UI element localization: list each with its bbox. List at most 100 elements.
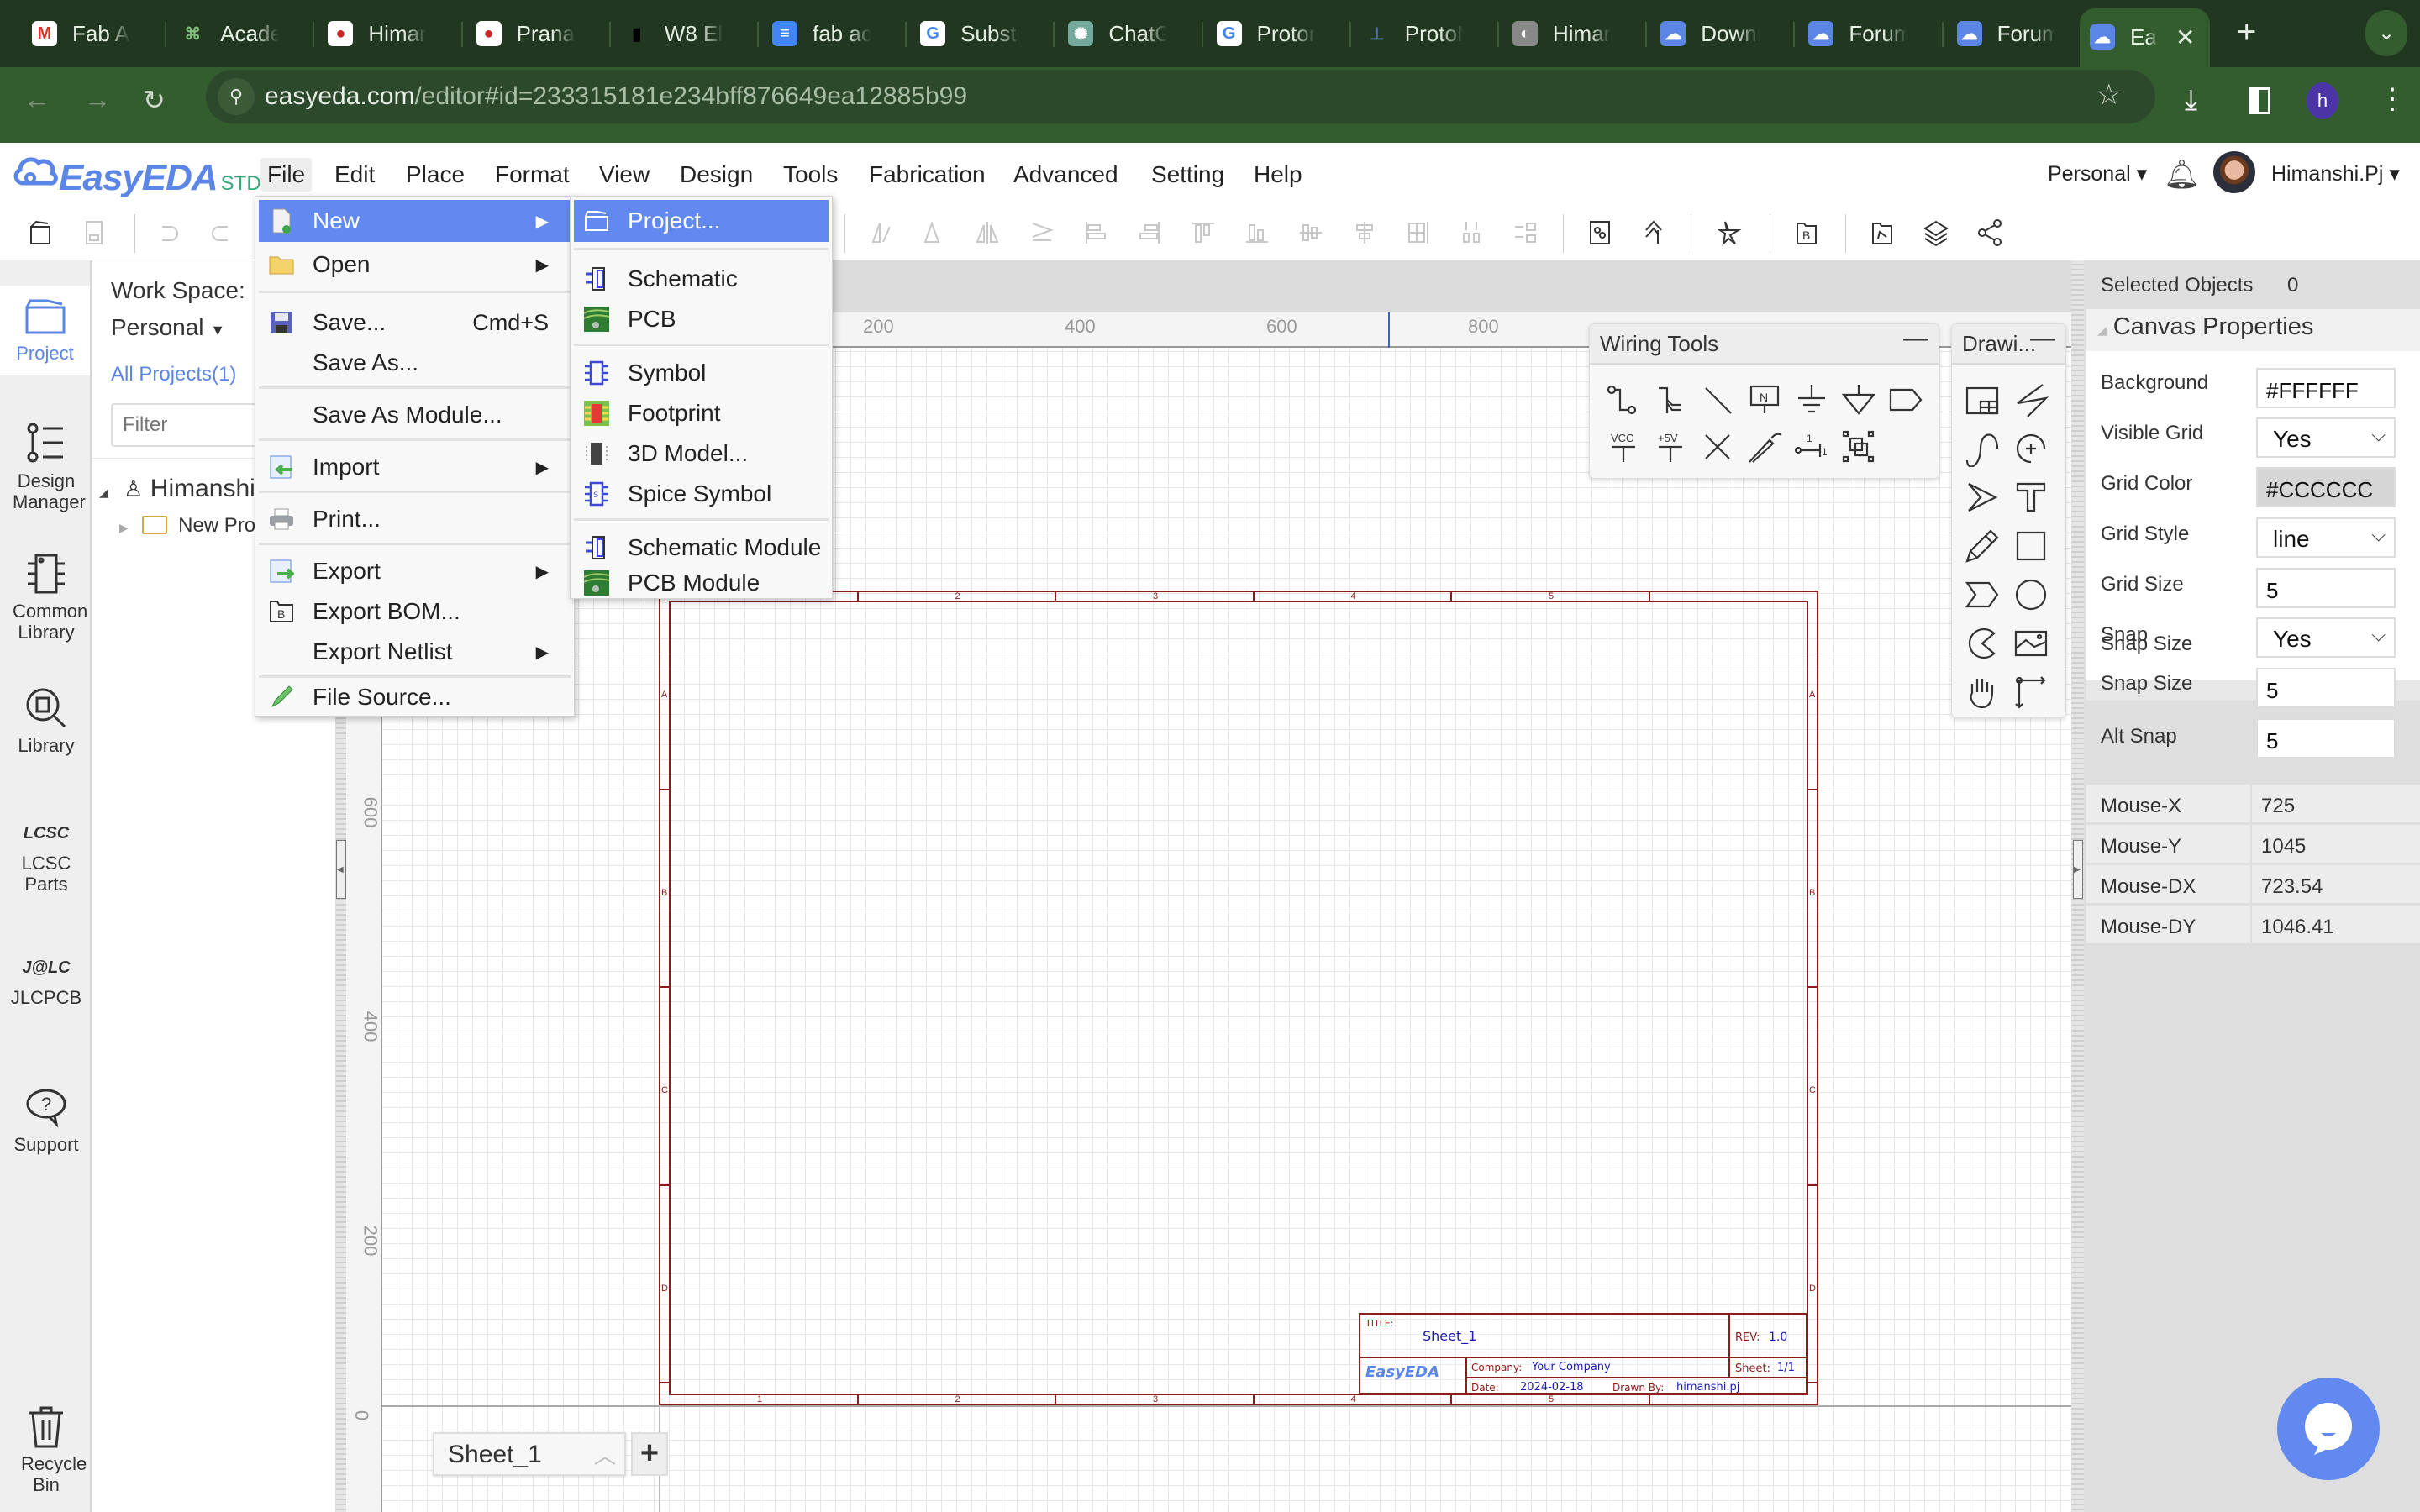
browser-menu-icon[interactable]: ⋮ [2378,82,2407,116]
frame-icon[interactable] [1964,381,2001,418]
undo-icon[interactable] [151,216,185,249]
sidebar-item-jlcpcb[interactable]: J@LC JLCPCB [0,958,92,1008]
browser-tab[interactable]: ●Himans [328,12,427,55]
new-pcb-item[interactable]: PCB [574,299,829,339]
circle-icon[interactable] [2012,576,2049,613]
menu-design[interactable]: Design [680,161,753,188]
browser-tab[interactable]: ≡fab aca [772,12,871,55]
vcc-icon[interactable]: VCC [1605,428,1642,465]
menu-place[interactable]: Place [406,161,465,188]
browser-tab[interactable]: GSubstra [920,12,1019,55]
new-footprint-item[interactable]: Footprint [574,393,829,433]
browser-tab[interactable]: ●Pranav [476,12,576,55]
user-menu[interactable]: Himanshi.Pj ▾ [2271,161,2400,186]
distribute-v-icon[interactable] [1455,216,1489,249]
file-menu-save-as[interactable]: Save As... [259,343,571,383]
pie-icon[interactable] [1964,625,2001,662]
polyline-icon[interactable] [2012,381,2049,418]
browser-tab[interactable]: GProtom [1216,12,1316,55]
distribute-h-icon[interactable] [1402,216,1435,249]
bookmark-star-icon[interactable]: ☆ [2096,78,2122,112]
flip-horizontal-icon[interactable] [971,216,1005,249]
plus5v-icon[interactable]: +5V [1652,428,1689,465]
browser-tab[interactable]: ⌘Academ [180,12,279,55]
sheet-tab[interactable]: Sheet_1 ︿ [433,1432,626,1476]
grid-size-input[interactable]: 5 [2256,568,2396,608]
net-label-icon[interactable]: N [1746,381,1783,418]
collapse-left-handle[interactable]: ◀ [336,840,346,899]
file-menu-file-source[interactable]: File Source... [259,679,571,716]
file-menu-export-netlist[interactable]: Export Netlist ▶ [259,632,571,672]
design-to-pcb-icon[interactable] [1583,216,1617,249]
canvas-origin-icon[interactable] [2012,674,2049,711]
forward-button[interactable]: → [84,84,111,115]
browser-tab[interactable]: ☁Downlo [1660,12,1760,55]
user-avatar[interactable] [2213,151,2255,193]
notification-bell-icon[interactable]: 🔔︎ [2164,158,2200,192]
menu-tools[interactable]: Tools [783,161,838,188]
new-symbol-item[interactable]: Symbol [574,353,829,393]
browser-tab[interactable]: ✺ChatGP [1068,12,1167,55]
side-panel-icon[interactable] [2249,87,2270,114]
align-vcenter-icon[interactable] [1294,216,1328,249]
align-top-icon[interactable] [1186,216,1220,249]
text-icon[interactable] [2012,479,2049,516]
sidebar-item-lcsc-parts[interactable]: LCSC LCSC Parts [0,823,92,895]
back-button[interactable]: ← [24,84,50,115]
add-sheet-button[interactable]: + [631,1432,668,1476]
menu-file[interactable]: File [260,158,313,192]
pin-icon[interactable]: 11 [1793,428,1830,465]
collapse-arrow-icon[interactable]: ◢ [99,486,108,499]
snap-size-input[interactable]: 5 [2256,668,2396,708]
no-connect-icon[interactable] [1699,428,1736,465]
drag-icon[interactable] [1964,674,2001,711]
bus-icon[interactable] [1652,381,1689,418]
file-menu-open[interactable]: Open ▶ [259,244,571,285]
site-info-icon[interactable]: ⚲ [218,78,255,115]
flip-vertical-icon[interactable] [1025,216,1059,249]
align-left-icon[interactable] [1079,216,1113,249]
rotate-right-icon[interactable] [918,216,951,249]
file-menu-print[interactable]: Print... [259,499,571,539]
share-icon[interactable] [1973,216,2007,249]
url-bar[interactable]: ⚲ easyeda.com/editor#id=233315181e234bff… [206,70,2155,123]
chevron-up-icon[interactable]: ︿ [594,1439,616,1470]
file-menu-new[interactable]: New ▶ [259,200,571,242]
browser-tab[interactable]: ⊥ProtoM [1364,12,1464,55]
bom-toolbar-icon[interactable]: B [1790,216,1823,249]
tab-search-button[interactable]: ⌄ [2365,10,2407,56]
new-tab-button[interactable]: + [2237,13,2256,51]
expand-arrow-icon[interactable]: ▶ [119,521,129,534]
sidebar-item-recycle-bin[interactable]: Recycle Bin [0,1403,92,1495]
menu-advanced[interactable]: Advanced [1013,161,1118,188]
snap-to-grid-icon[interactable] [1509,216,1543,249]
chat-support-button[interactable] [2277,1378,2380,1480]
canvas-properties-header[interactable]: ◢ Canvas Properties [2097,313,2313,341]
align-bottom-icon[interactable] [1240,216,1274,249]
align-right-icon[interactable] [1133,216,1166,249]
sidebar-item-library[interactable]: Library [0,685,92,756]
net-flag-gnd-icon[interactable] [1840,381,1877,418]
alt-snap-input[interactable]: 5 [2256,718,2396,759]
minimize-icon[interactable]: — [2030,324,2055,353]
sidebar-item-design-manager[interactable]: Design Manager [0,420,92,512]
browser-tab-active[interactable]: ☁ Eas ✕ [2080,8,2210,67]
new-3d-model-item[interactable]: 3D Model... [574,433,829,474]
download-icon[interactable]: ⤓ [2185,84,2197,117]
new-project-item[interactable]: Project... [574,200,829,242]
grid-color-input[interactable]: #CCCCCC [2256,467,2396,507]
rectangle-icon[interactable] [2012,528,2049,564]
workspace-switch[interactable]: Personal ▾ [2048,161,2147,186]
file-menu-save-as-module[interactable]: Save As Module... [259,395,571,435]
menu-help[interactable]: Help [1254,161,1302,188]
redo-icon[interactable] [205,216,239,249]
menu-setting[interactable]: Setting [1151,161,1224,188]
menu-format[interactable]: Format [495,161,570,188]
menu-edit[interactable]: Edit [334,161,375,188]
background-color-input[interactable]: #FFFFFF [2256,368,2396,408]
save-toolbar-icon[interactable] [77,216,111,249]
snap-select[interactable]: Yes [2256,617,2396,658]
sidebar-item-project[interactable]: Project [0,286,90,375]
align-hcenter-icon[interactable] [1348,216,1381,249]
bus-entry-icon[interactable] [1699,381,1736,418]
